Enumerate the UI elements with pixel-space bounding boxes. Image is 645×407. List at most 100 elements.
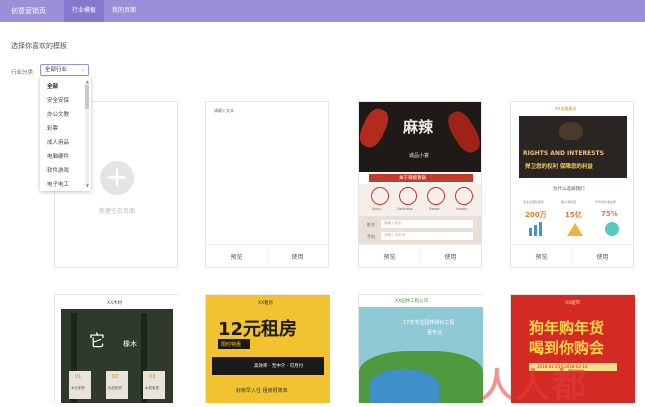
thumb-hero: 麻辣 诚品小宴 <box>359 102 481 172</box>
thumb-step-number: 01 <box>75 374 82 380</box>
app-brand[interactable]: 创意营销页 <box>11 6 46 16</box>
thumb-title: 麻辣 <box>403 118 434 136</box>
thumb-form-placeholder: 请输入手机号 <box>384 233 405 237</box>
bar-chart-icon <box>539 222 542 236</box>
thumb-brand: XX金融服务 <box>555 106 577 111</box>
dropdown-option[interactable]: 电子电工 <box>47 180 69 188</box>
thumb-headline: 狗年购年货 <box>529 319 605 337</box>
thumb-form-input: 请输入姓名 <box>381 220 473 228</box>
thumb-stat-label: 客户满意度 <box>561 200 577 204</box>
template-card-spicy[interactable]: 麻辣 诚品小宴 关于辣椒香锅 Spicy Delicious Sweet Hon… <box>358 101 482 268</box>
thumb-form-label: 手机 <box>367 234 375 239</box>
preview-button[interactable]: 预览 <box>359 252 420 261</box>
industry-select[interactable]: 全部行业 ⌄ <box>40 64 89 76</box>
thumb-form-placeholder: 请输入姓名 <box>384 221 402 225</box>
preview-button[interactable]: 预览 <box>511 252 572 261</box>
thumb-header: XX园林工程公司 <box>359 295 483 307</box>
thumb-form: 姓名 请输入姓名 手机 请输入手机号 <box>359 216 481 244</box>
template-card-rental[interactable]: XX租房 12元租房 限时特惠 高效率 · 无中介 · 可月付 好房早入住 租房… <box>205 294 330 403</box>
thumb-step: 02 优品制作 <box>106 371 128 399</box>
thumb-icon-label: Delicious <box>397 207 413 211</box>
chili-decoration <box>359 105 393 151</box>
thumb-line1: 17年专注园林绿化工程 <box>403 320 455 326</box>
thumb-subheadline: 捍卫您的权利 保障您的利益 <box>525 164 593 170</box>
use-button[interactable]: 使用 <box>267 252 328 261</box>
dropdown-option[interactable]: 彩票 <box>47 124 58 132</box>
thumb-stat-value: 75% <box>601 210 618 218</box>
pyramid-icon <box>567 223 583 236</box>
hand-decoration <box>559 122 583 140</box>
thumb-big-title: 12元租房 <box>218 319 298 340</box>
dropdown-option[interactable]: 安全安保 <box>47 96 69 104</box>
thumb-line2: 更专业 <box>427 330 443 336</box>
thumb-step-number: 03 <box>149 374 156 380</box>
thumb-icons-row: Spicy Delicious Sweet Honey <box>359 184 481 216</box>
thumb-step-number: 02 <box>112 374 119 380</box>
card-actions: 预览 使用 <box>206 244 328 267</box>
pie-icon <box>605 222 619 236</box>
template-card-finance[interactable]: XX金融服务 RIGHTS AND INTERESTS 捍卫您的权利 保障您的利… <box>510 101 634 268</box>
dropdown-option[interactable]: 软件游戏 <box>47 166 69 174</box>
thumb-step-label: 木质家居 <box>145 386 159 390</box>
template-thumbnail: XX金融服务 RIGHTS AND INTERESTS 捍卫您的权利 保障您的利… <box>511 102 633 244</box>
thumb-headline: RIGHTS AND INTERESTS <box>523 150 604 157</box>
thumb-hero: 它 橡木 01 木业制作 02 优品制作 03 木质家居 <box>61 309 173 403</box>
dropdown-option[interactable]: 全部 <box>47 82 58 90</box>
template-card-landscape[interactable]: XX园林工程公司 17年专注园林绿化工程 更专业 <box>358 294 483 403</box>
thumb-icon-label: Sweet <box>429 207 440 211</box>
new-blank-page-label: 新建空白页面 <box>98 208 135 215</box>
card-actions: 预览 使用 <box>511 244 633 267</box>
thumb-form-input: 请输入手机号 <box>381 232 473 240</box>
card-actions: 预览 使用 <box>359 244 481 267</box>
tab-my-pages[interactable]: 我的页面 <box>104 0 144 22</box>
thumb-step-label: 木业制作 <box>71 386 85 390</box>
dropdown-option[interactable]: 办公文教 <box>47 110 69 118</box>
thumb-tagline: 高效率 · 无中介 · 可月付 <box>254 364 304 369</box>
circle-icon <box>427 187 445 205</box>
template-placeholder-text: 请输入文本 <box>214 108 234 113</box>
circle-icon <box>371 187 389 205</box>
dropdown-scrollbar-thumb[interactable] <box>85 85 89 109</box>
thumb-brand: XX超市 <box>565 301 581 306</box>
template-thumbnail: 请输入文本 <box>206 102 328 244</box>
bar-chart-icon <box>529 228 532 236</box>
thumb-band-text: 关于辣椒香锅 <box>399 176 426 181</box>
bar-chart-icon <box>534 225 537 236</box>
use-button[interactable]: 使用 <box>420 252 481 261</box>
select-value: 全部行业 <box>45 67 68 73</box>
thumb-brand: XX木材 <box>107 301 123 306</box>
filter-label: 行业分类 <box>11 70 34 76</box>
tab-industry-templates[interactable]: 行业模板 <box>64 0 105 22</box>
thumb-hero: RIGHTS AND INTERESTS 捍卫您的权利 保障您的利益 <box>519 116 627 178</box>
thumb-question: 为什么选择我们 <box>553 187 585 192</box>
circle-icon <box>455 187 473 205</box>
template-card-wood[interactable]: XX木材 它 橡木 01 木业制作 02 优品制作 03 木质家居 <box>54 294 179 403</box>
thumb-stat-value: 200万 <box>525 211 547 219</box>
dropdown-option[interactable]: 成人用品 <box>47 138 69 146</box>
thumb-step: 01 木业制作 <box>69 371 91 399</box>
thumb-header: XX金融服务 <box>511 102 633 116</box>
template-thumbnail: XX租房 12元租房 限时特惠 高效率 · 无中介 · 可月付 好房早入住 租房… <box>206 295 330 403</box>
thumb-stats: 为什么选择我们 专业化团队服务 客户满意度 平均年化收益率 200万 15亿 7… <box>519 180 627 244</box>
scroll-down-icon[interactable]: ▼ <box>86 183 89 188</box>
industry-dropdown: 全部 安全安保 办公文教 彩票 成人用品 电脑硬件 软件游戏 电子电工 ▲ ▼ <box>40 77 91 191</box>
thumb-big-char: 它 <box>89 331 106 350</box>
thumb-stat-label: 专业化团队服务 <box>523 200 545 204</box>
template-thumbnail: XX木材 它 橡木 01 木业制作 02 优品制作 03 木质家居 <box>55 295 179 403</box>
top-nav-bar: 创意营销页 行业模板 我的页面 <box>0 0 645 22</box>
use-button[interactable]: 使用 <box>572 252 633 261</box>
thumb-footer: 好房早入住 租房很简单 <box>236 388 288 394</box>
template-thumbnail: 麻辣 诚品小宴 关于辣椒香锅 Spicy Delicious Sweet Hon… <box>359 102 481 244</box>
thumb-band: 关于辣椒香锅 <box>369 174 473 182</box>
page-title: 选择你喜欢的模板 <box>11 42 67 50</box>
thumb-word: 橡木 <box>123 340 137 348</box>
template-card-blank[interactable]: 请输入文本 预览 使用 <box>205 101 329 268</box>
template-thumbnail: XX园林工程公司 17年专注园林绿化工程 更专业 <box>359 295 483 403</box>
thumb-icon-label: Honey <box>456 207 468 211</box>
thumb-brand: XX园林工程公司 <box>395 299 429 304</box>
thumb-stat-value: 15亿 <box>565 211 582 219</box>
circle-icon <box>399 187 417 205</box>
dropdown-option[interactable]: 电脑硬件 <box>47 152 69 160</box>
preview-button[interactable]: 预览 <box>206 252 267 261</box>
scroll-up-icon[interactable]: ▲ <box>86 79 89 84</box>
